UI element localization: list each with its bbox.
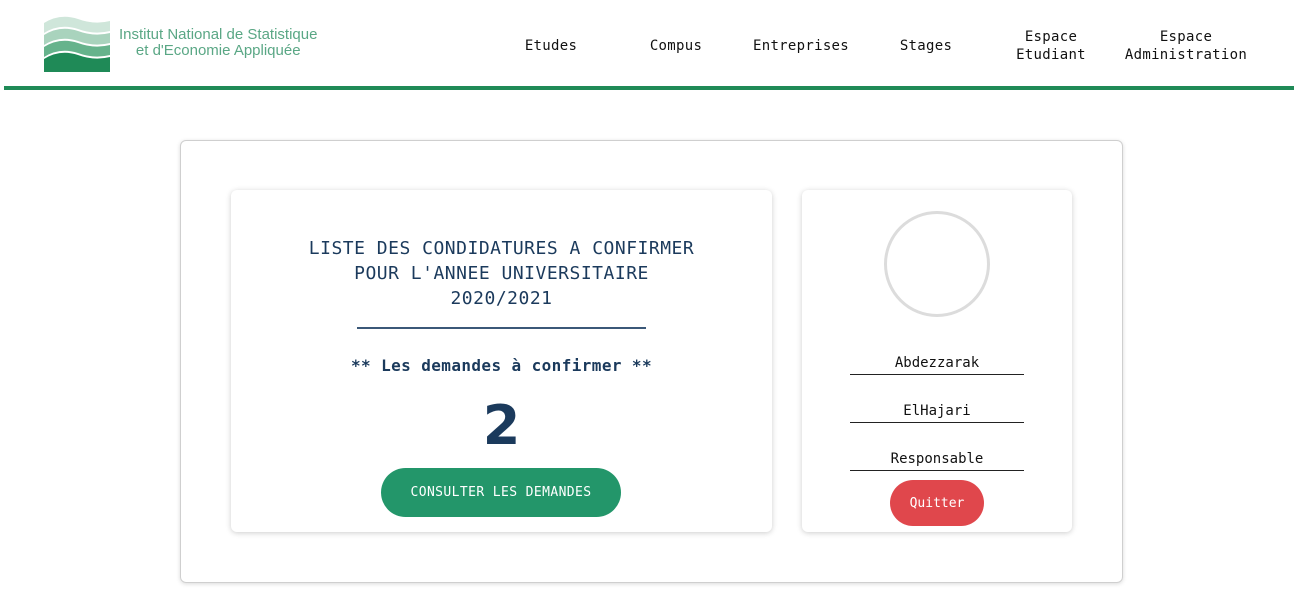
- pending-count: 2: [482, 394, 521, 457]
- title-line-2: POUR L'ANNEE UNIVERSITAIRE: [354, 263, 649, 284]
- role-field[interactable]: [850, 441, 1024, 471]
- logo-text: Institut National de Statistique et d'Ec…: [119, 27, 317, 59]
- pending-subtitle: ** Les demandes à confirmer **: [351, 356, 652, 375]
- profile-card: Quitter: [802, 190, 1072, 532]
- avatar: [884, 211, 990, 317]
- logo-line-1: Institut National de Statistique: [119, 26, 318, 43]
- applications-card: LISTE DES CONDIDATURES A CONFIRMER POUR …: [231, 190, 772, 532]
- title-line-3: 2020/2021: [450, 288, 553, 309]
- nav-compus[interactable]: Compus: [606, 37, 746, 55]
- nav-entreprises[interactable]: Entreprises: [731, 37, 871, 55]
- consult-requests-button[interactable]: CONSULTER LES DEMANDES: [381, 468, 621, 517]
- nav-espace-etudiant[interactable]: Espace Etudiant: [981, 28, 1121, 64]
- nav-espace-administration[interactable]: Espace Administration: [1116, 28, 1256, 64]
- nav-etudes[interactable]: Etudes: [481, 37, 621, 55]
- nav-espace-admin-line1: Espace: [1159, 29, 1213, 45]
- institute-logo[interactable]: Institut National de Statistique et d'Ec…: [44, 15, 334, 73]
- title-line-1: LISTE DES CONDIDATURES A CONFIRMER: [308, 238, 695, 259]
- applications-title: LISTE DES CONDIDATURES A CONFIRMER POUR …: [231, 236, 772, 311]
- logo-line-2: et d'Economie Appliquée: [135, 42, 301, 59]
- nav-stages[interactable]: Stages: [856, 37, 996, 55]
- site-header: Institut National de Statistique et d'Ec…: [4, 0, 1294, 90]
- nav-espace-etudiant-line2: Etudiant: [1016, 47, 1086, 63]
- nav-espace-etudiant-line1: Espace: [1024, 29, 1078, 45]
- quit-button[interactable]: Quitter: [890, 480, 984, 526]
- first-name-field[interactable]: [850, 345, 1024, 375]
- nav-espace-admin-line2: Administration: [1124, 47, 1248, 63]
- title-divider: [357, 327, 646, 329]
- last-name-field[interactable]: [850, 393, 1024, 423]
- logo-waves-icon: [44, 16, 110, 72]
